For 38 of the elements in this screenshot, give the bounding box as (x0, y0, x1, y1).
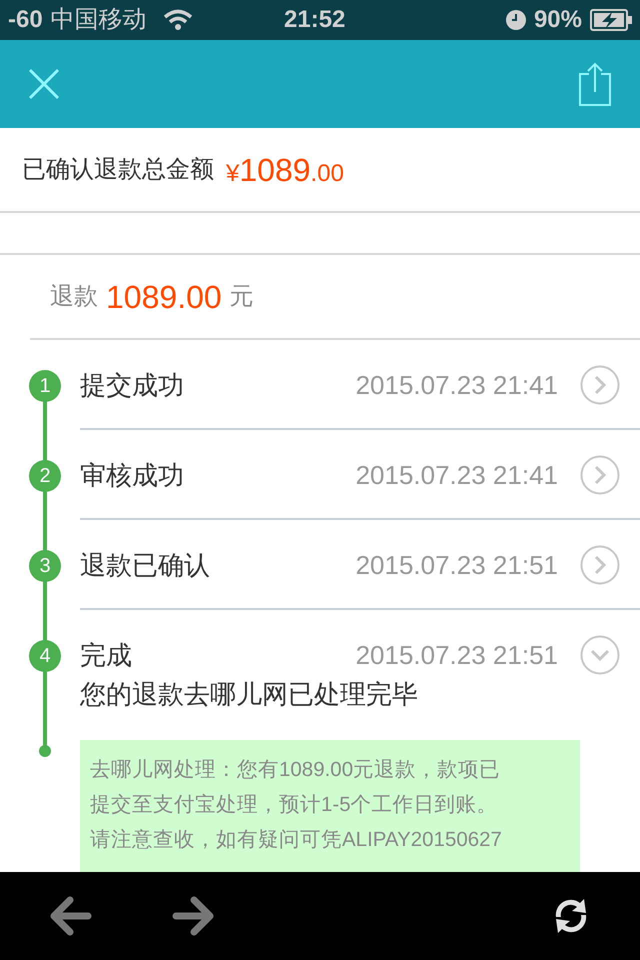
clock-icon (506, 10, 526, 30)
step-title: 提交成功 (80, 368, 184, 402)
refund-label: 退款 (50, 282, 98, 312)
step-number: 1 (29, 370, 61, 402)
refund-unit: 元 (230, 282, 254, 312)
battery-percent: 90% (534, 5, 582, 35)
back-arrow-icon[interactable] (48, 896, 92, 936)
step-time: 2015.07.23 21:41 (356, 368, 558, 402)
step-row[interactable]: 2 审核成功 2015.07.23 21:41 (0, 430, 640, 520)
step-row[interactable]: 4 完成 2015.07.23 21:51 您的退款去哪儿网已处理完毕 (0, 610, 640, 730)
close-icon[interactable] (28, 68, 60, 100)
step-row[interactable]: 3 退款已确认 2015.07.23 21:51 (0, 520, 640, 610)
step-title: 完成 (80, 638, 132, 672)
step-number: 4 (29, 640, 61, 672)
forward-arrow-icon[interactable] (172, 896, 216, 936)
share-icon[interactable] (578, 62, 612, 106)
total-refund-amount: ¥1089.00 (226, 150, 344, 190)
step-number: 2 (29, 460, 61, 492)
step-number: 3 (29, 550, 61, 582)
step-title: 审核成功 (80, 458, 184, 492)
step-row[interactable]: 1 提交成功 2015.07.23 21:41 (0, 340, 640, 430)
refund-amount: 1089.00 (106, 278, 222, 316)
step-time: 2015.07.23 21:41 (356, 458, 558, 492)
chevron-down-icon[interactable] (580, 635, 620, 675)
step-title: 退款已确认 (80, 548, 210, 582)
chevron-right-icon[interactable] (580, 365, 620, 405)
chevron-right-icon[interactable] (580, 455, 620, 495)
carrier-name: 中国移动 (50, 5, 147, 35)
signal-strength: -60 (8, 5, 43, 35)
chevron-right-icon[interactable] (580, 545, 620, 585)
step-description: 您的退款去哪儿网已处理完毕 (80, 678, 419, 711)
total-refund-label: 已确认退款总金额 (22, 154, 214, 184)
step-time: 2015.07.23 21:51 (356, 638, 558, 672)
step-time: 2015.07.23 21:51 (356, 548, 558, 582)
clock-time: 21:52 (284, 5, 346, 35)
wifi-icon (162, 9, 193, 31)
refund-note: 去哪儿网处理：您有1089.00元退款，款项已 提交至支付宝处理，预计1-5个工作日到账。 请注意查收，如有疑问可凭ALIPAY20150627 (80, 740, 580, 872)
battery-charging-icon (590, 9, 632, 31)
